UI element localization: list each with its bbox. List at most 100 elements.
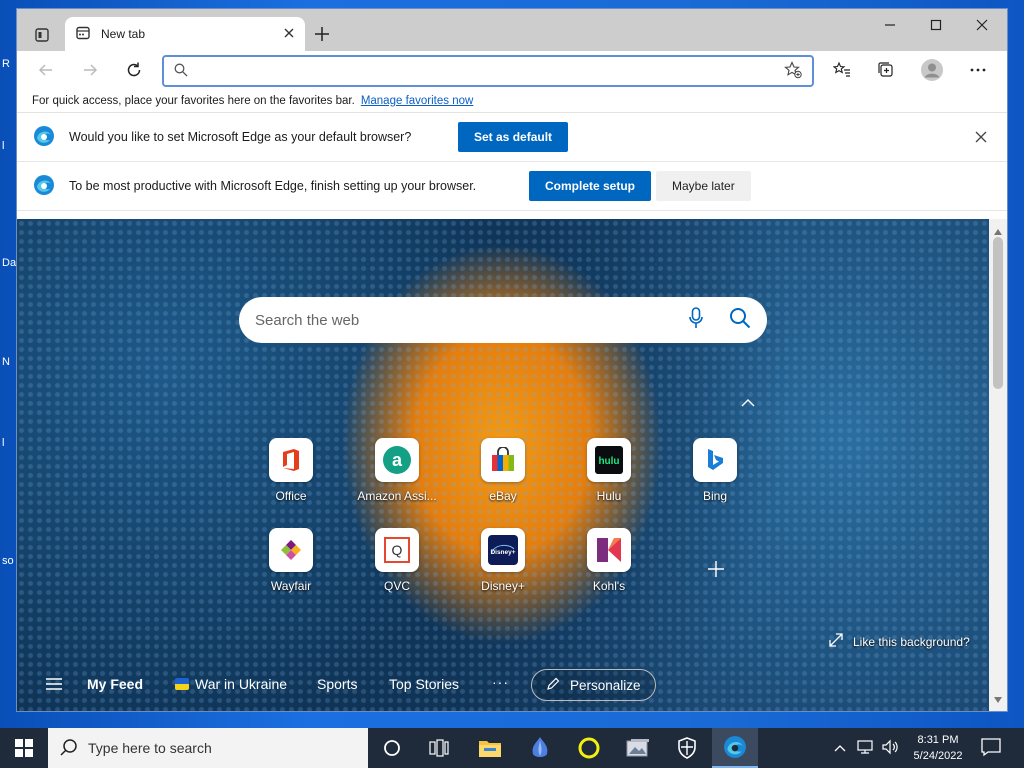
- quick-link-bing[interactable]: Bing: [670, 438, 760, 503]
- address-input[interactable]: [198, 63, 784, 79]
- web-search-box[interactable]: Search the web: [239, 297, 767, 343]
- settings-more-icon[interactable]: [963, 55, 993, 85]
- favorites-icon[interactable]: [827, 55, 857, 85]
- close-window-icon[interactable]: [959, 9, 1005, 41]
- quick-link-wayfair[interactable]: Wayfair: [246, 528, 336, 593]
- add-favorite-icon[interactable]: [784, 60, 802, 82]
- address-bar[interactable]: [162, 55, 814, 87]
- clock-date: 5/24/2022: [913, 750, 963, 762]
- desktop-icon-label[interactable]: R: [2, 58, 10, 70]
- scroll-up-icon[interactable]: [994, 224, 1002, 238]
- tab-war-in-ukraine[interactable]: War in Ukraine: [175, 676, 287, 692]
- file-explorer-icon[interactable]: [467, 728, 513, 768]
- taskbar-search-placeholder: Type here to search: [88, 740, 212, 756]
- search-icon: [174, 63, 188, 80]
- task-view-icon[interactable]: [416, 728, 462, 768]
- desktop-icon-label[interactable]: so: [2, 555, 14, 567]
- toolbar: [17, 51, 1007, 89]
- scrollbar-thumb[interactable]: [993, 237, 1003, 389]
- collections-icon[interactable]: [871, 55, 901, 85]
- profile-avatar-icon[interactable]: [917, 55, 947, 85]
- system-clock[interactable]: 8:31 PM 5/24/2022: [905, 732, 971, 764]
- manage-favorites-link[interactable]: Manage favorites now: [361, 95, 474, 107]
- edge-logo-icon: [33, 125, 55, 150]
- cortana-icon[interactable]: [369, 728, 415, 768]
- maybe-later-button[interactable]: Maybe later: [656, 171, 751, 201]
- search-placeholder[interactable]: Search the web: [255, 312, 689, 329]
- new-tab-icon[interactable]: [309, 22, 335, 46]
- vertical-scrollbar[interactable]: [989, 219, 1007, 711]
- edge-logo-icon: [33, 174, 55, 199]
- personalize-button[interactable]: Personalize: [531, 669, 656, 701]
- qvc-icon: Q: [375, 528, 419, 572]
- my-feed-tab[interactable]: My Feed: [87, 676, 143, 692]
- more-tabs-button[interactable]: ···: [492, 674, 509, 690]
- close-infobar-icon[interactable]: [975, 131, 987, 146]
- infobar-message: To be most productive with Microsoft Edg…: [69, 179, 477, 193]
- kohls-icon: [587, 528, 631, 572]
- scroll-down-icon[interactable]: [994, 692, 1002, 706]
- quick-link-hulu[interactable]: hulu Hulu: [564, 438, 654, 503]
- setup-infobar: To be most productive with Microsoft Edg…: [17, 162, 1007, 211]
- tab-sports[interactable]: Sports: [317, 676, 357, 692]
- default-browser-infobar: Would you like to set Microsoft Edge as …: [17, 113, 1007, 162]
- edge-taskbar-icon[interactable]: [712, 728, 758, 768]
- microphone-icon[interactable]: [689, 307, 703, 333]
- search-icon[interactable]: [729, 307, 751, 333]
- desktop-icon-label[interactable]: N: [2, 356, 10, 368]
- minimize-icon[interactable]: [867, 9, 913, 41]
- personalize-label: Personalize: [570, 677, 641, 693]
- disney-wordmark: Disney+: [490, 549, 515, 556]
- chevron-up-icon[interactable]: [834, 741, 846, 755]
- cortana-ring-icon[interactable]: [566, 728, 612, 768]
- bing-icon: [693, 438, 737, 482]
- search-icon: [60, 738, 78, 759]
- maximize-icon[interactable]: [913, 9, 959, 41]
- tab-new-tab[interactable]: New tab: [65, 17, 305, 51]
- qvc-letter: Q: [392, 542, 403, 558]
- notification-icon[interactable]: [980, 736, 1004, 760]
- set-as-default-button[interactable]: Set as default: [458, 122, 569, 152]
- network-icon[interactable]: [856, 739, 874, 758]
- quick-link-ebay[interactable]: eBay: [458, 438, 548, 503]
- quick-link-label: eBay: [489, 489, 517, 503]
- quick-link-label: Kohl's: [592, 579, 626, 593]
- back-arrow-icon[interactable]: [31, 55, 61, 85]
- photos-icon[interactable]: [615, 728, 661, 768]
- chevron-up-icon[interactable]: [741, 397, 755, 411]
- tab-strip: New tab: [17, 9, 1007, 51]
- security-shield-icon[interactable]: [664, 728, 710, 768]
- hulu-wordmark: hulu: [598, 456, 619, 467]
- desktop-icon-label[interactable]: Da: [2, 257, 16, 269]
- tab-actions-icon[interactable]: [27, 23, 57, 47]
- amazon-icon: a: [375, 438, 419, 482]
- quick-link-label: QVC: [383, 579, 410, 593]
- favorites-bar: For quick access, place your favorites h…: [17, 89, 1007, 113]
- forward-arrow-icon[interactable]: [75, 55, 105, 85]
- quick-link-disney[interactable]: Disney+ Disney+: [458, 528, 548, 593]
- taskbar: Type here to search 8:31 PM 5/24/2022: [0, 728, 1024, 768]
- volume-icon[interactable]: [882, 739, 900, 758]
- quick-link-label: Hulu: [596, 489, 622, 503]
- feed-tab-label: War in Ukraine: [195, 676, 288, 692]
- quick-link-kohls[interactable]: Kohl's: [564, 528, 654, 593]
- quick-link-label: Amazon Assi...: [357, 489, 437, 503]
- quick-link-qvc[interactable]: Q QVC: [352, 528, 442, 593]
- ebay-icon: [481, 438, 525, 482]
- quick-link-office[interactable]: Office: [246, 438, 336, 503]
- desktop-icon-label[interactable]: l: [2, 437, 4, 449]
- refresh-icon[interactable]: [119, 55, 149, 85]
- like-background-link[interactable]: Like this background?: [829, 633, 970, 650]
- app-icon[interactable]: [517, 728, 563, 768]
- taskbar-search-box[interactable]: Type here to search: [48, 728, 368, 768]
- desktop-icon-label[interactable]: l: [2, 140, 4, 152]
- hamburger-menu-icon[interactable]: [45, 677, 63, 691]
- close-tab-icon[interactable]: [283, 27, 295, 42]
- complete-setup-button[interactable]: Complete setup: [529, 171, 652, 201]
- edge-window: New tab For quick access, place your fav…: [17, 9, 1007, 711]
- add-site-icon[interactable]: [701, 554, 731, 584]
- windows-start-icon[interactable]: [0, 728, 48, 768]
- quick-link-amazon[interactable]: a Amazon Assi...: [352, 438, 442, 503]
- pencil-icon: [546, 677, 560, 694]
- tab-top-stories[interactable]: Top Stories: [389, 676, 459, 692]
